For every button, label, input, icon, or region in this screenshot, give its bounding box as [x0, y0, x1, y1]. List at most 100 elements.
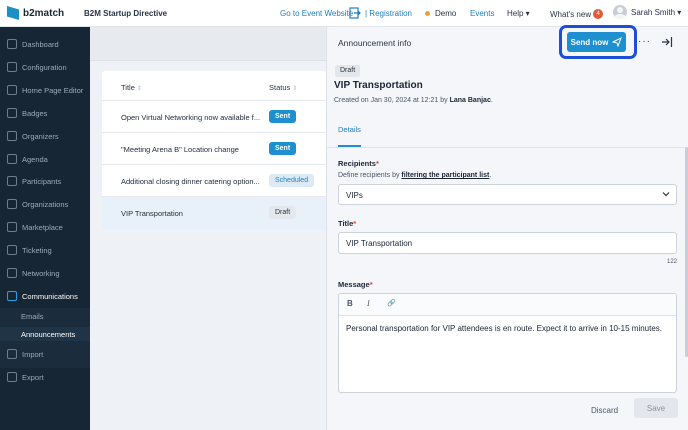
sidebar-item-agenda[interactable]: Agenda [0, 150, 90, 168]
sort-icon: ⇕ [136, 86, 142, 92]
sidebar-item-import[interactable]: Import [0, 345, 90, 363]
sidebar-subitem-emails[interactable]: Emails [21, 312, 44, 321]
sidebar-item-configuration[interactable]: Configuration [0, 58, 90, 76]
recipients-value: VIPs [346, 191, 363, 200]
table-header: Title ⇕ Status ⇕ [102, 71, 326, 101]
created-info: Created on Jan 30, 2024 at 12:21 by Lana… [334, 97, 493, 104]
save-button[interactable]: Save [634, 398, 678, 418]
sort-icon: ⇕ [292, 86, 298, 92]
announcement-title: VIP Transportation [334, 80, 423, 91]
ticketing-icon [7, 245, 17, 255]
sidebar-item-participants[interactable]: Participants [0, 172, 90, 190]
event-name: B2M Startup Directive [84, 9, 168, 18]
sidebar-item-communications[interactable]: Communications [0, 287, 90, 305]
logo-text: b2match [23, 7, 65, 19]
tab-details[interactable]: Details [338, 125, 361, 134]
status-badge: Sent [269, 110, 297, 123]
editor-toolbar: B I 🔗 [339, 294, 676, 316]
demo-label: Demo [435, 9, 457, 18]
avatar [613, 5, 627, 19]
status-badge: Sent [269, 142, 297, 155]
external-link-icon[interactable] [349, 7, 361, 19]
created-by: Lana Banjac [449, 97, 491, 104]
marketplace-icon [7, 222, 17, 232]
whats-new-button[interactable]: What's new 4 [550, 9, 604, 19]
agenda-icon [7, 154, 17, 164]
chevron-down-icon [662, 192, 670, 197]
sidebar-item-ticketing[interactable]: Ticketing [0, 241, 90, 259]
table-row[interactable]: "Meeting Arena B" Location change Sent [102, 133, 326, 165]
row-title: VIP Transportation [121, 209, 183, 218]
recipients-select[interactable]: VIPs [338, 184, 677, 205]
announcement-info-panel: Announcement info Send now ··· Draft VIP… [326, 25, 688, 430]
b2match-logo-icon [7, 6, 19, 20]
discard-button[interactable]: Discard [591, 406, 618, 415]
sidebar-item-dashboard[interactable]: Dashboard [0, 35, 90, 53]
help-menu[interactable]: Help ▾ [507, 9, 530, 18]
row-title: "Meeting Arena B" Location change [121, 145, 239, 154]
participants-icon [7, 176, 17, 186]
sidebar: Dashboard Configuration Home Page Editor… [0, 27, 90, 430]
message-editor[interactable]: B I 🔗 Personal transportation for VIP at… [338, 293, 677, 393]
table-row-selected[interactable]: VIP Transportation Draft [102, 197, 326, 229]
send-icon [612, 37, 623, 47]
top-bar: b2match B2M Startup Directive Go to Even… [0, 0, 688, 27]
dashboard-icon [7, 39, 17, 49]
user-name: Sarah Smith ▾ [631, 7, 682, 17]
whats-new-label: What's new [550, 9, 592, 19]
sidebar-item-marketplace[interactable]: Marketplace [0, 218, 90, 236]
whats-new-badge: 4 [593, 9, 604, 19]
panel-header: Announcement info Send now ··· [327, 25, 688, 59]
sidebar-subitem-announcements[interactable]: Announcements [21, 330, 75, 339]
organizers-icon [7, 131, 17, 141]
row-title: Open Virtual Networking now available f.… [121, 113, 261, 122]
sidebar-item-networking[interactable]: Networking [0, 264, 90, 282]
row-title: Additional closing dinner catering optio… [121, 177, 260, 186]
sidebar-item-home-page-editor[interactable]: Home Page Editor [0, 81, 90, 99]
organizations-icon [7, 199, 17, 209]
column-title-header[interactable]: Title ⇕ [121, 83, 142, 92]
events-link[interactable]: Events [470, 9, 494, 18]
export-icon [7, 372, 17, 382]
bold-icon[interactable]: B [347, 299, 353, 308]
sidebar-item-organizers[interactable]: Organizers [0, 127, 90, 145]
filter-participant-list-link[interactable]: filtering the participant list [401, 172, 489, 179]
user-menu[interactable]: Sarah Smith ▾ [613, 5, 681, 19]
title-char-counter: 122 [667, 259, 678, 265]
demo-dot-icon [425, 11, 430, 16]
send-now-button[interactable]: Send now [567, 32, 626, 52]
demo-status[interactable]: Demo [425, 9, 456, 18]
tab-divider [327, 147, 688, 148]
panel-footer: Discard Save [327, 393, 688, 430]
table-row[interactable]: Open Virtual Networking now available f.… [102, 101, 326, 133]
configuration-icon [7, 62, 17, 72]
table-row[interactable]: Additional closing dinner catering optio… [102, 165, 326, 197]
italic-icon[interactable]: I [367, 299, 370, 308]
go-to-event-website-link[interactable]: Go to Event Website [280, 9, 353, 18]
status-tag: Draft [335, 65, 361, 77]
home-page-editor-icon [7, 85, 17, 95]
collapse-panel-icon[interactable] [661, 36, 673, 48]
main-header [90, 27, 326, 61]
networking-icon [7, 268, 17, 278]
sidebar-item-organizations[interactable]: Organizations [0, 195, 90, 213]
logo[interactable]: b2match [7, 6, 64, 20]
recipients-label: Recipients* [338, 159, 379, 168]
title-label: Title* [338, 219, 357, 228]
sidebar-item-badges[interactable]: Badges [0, 104, 90, 122]
title-input[interactable]: VIP Transportation [338, 232, 677, 254]
registration-link[interactable]: | Registration [365, 9, 412, 18]
status-badge: Draft [269, 206, 297, 219]
communications-icon [7, 291, 17, 301]
message-text: Personal transportation for VIP attendee… [346, 324, 663, 333]
recipients-hint: Define recipients by filtering the parti… [338, 172, 492, 179]
link-icon[interactable]: 🔗 [387, 299, 396, 307]
import-icon [7, 349, 17, 359]
badges-icon [7, 108, 17, 118]
announcements-table: Title ⇕ Status ⇕ Open Virtual Networking n… [102, 71, 326, 229]
sidebar-item-export[interactable]: Export [0, 368, 90, 386]
status-badge: Scheduled [269, 174, 315, 187]
column-status-header[interactable]: Status ⇕ [269, 83, 297, 92]
title-value: VIP Transportation [346, 239, 413, 248]
more-options-icon[interactable]: ··· [638, 36, 651, 47]
